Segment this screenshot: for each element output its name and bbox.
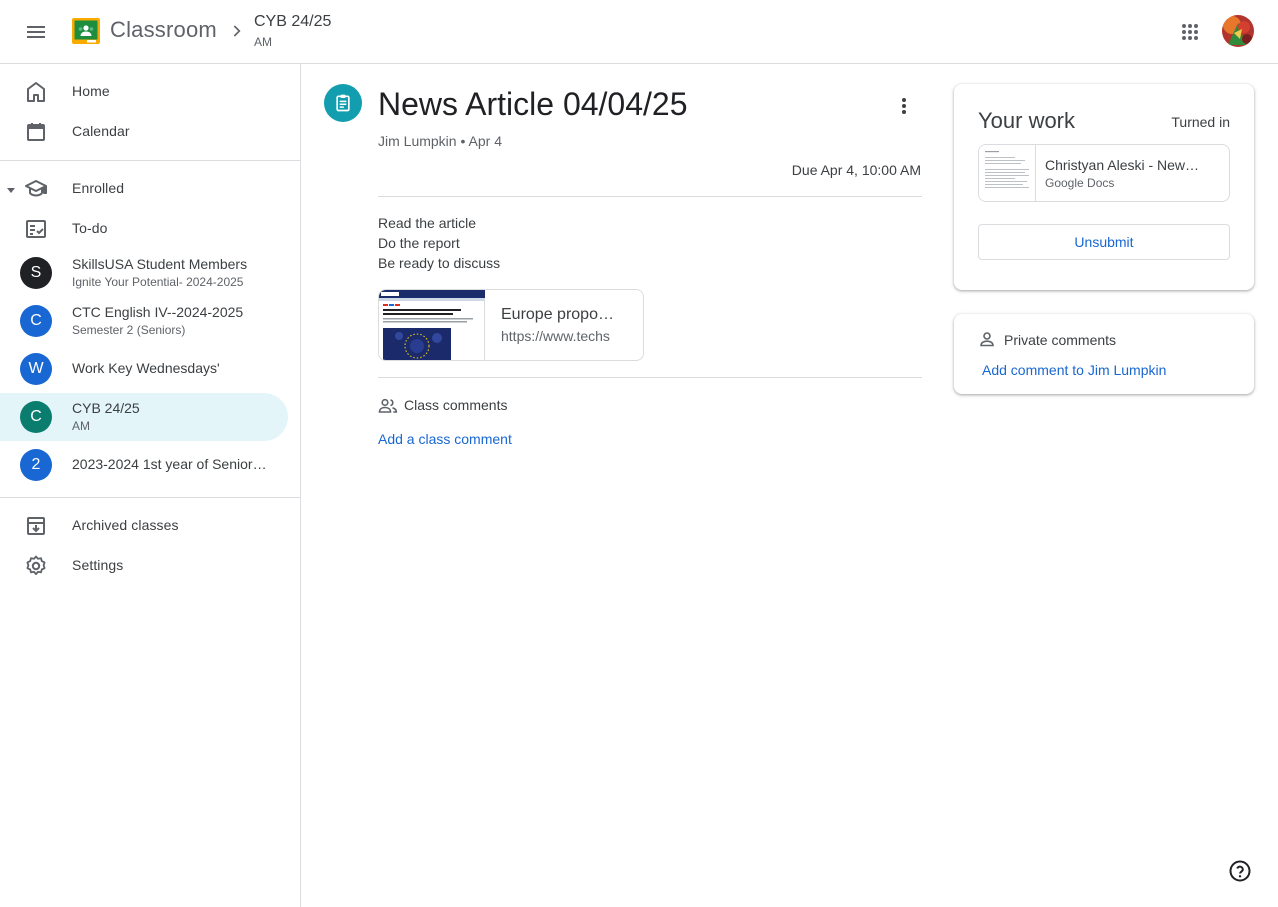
assignment-instructions: Read the article Do the report Be ready … <box>378 213 500 273</box>
instruction-line: Do the report <box>378 235 460 251</box>
sidebar-class-skillsusa[interactable]: S SkillsUSA Student Members Ignite Your … <box>0 249 288 297</box>
top-app-bar: Classroom CYB 24/25 AM <box>0 0 1278 64</box>
class-avatar: C <box>20 305 52 337</box>
todo-checklist-icon <box>26 220 46 238</box>
people-icon <box>378 398 398 413</box>
unsubmit-button[interactable]: Unsubmit <box>978 224 1230 260</box>
file-type: Google Docs <box>1045 176 1115 190</box>
attachment-thumbnail <box>379 290 485 360</box>
doc-preview-image <box>985 151 1029 188</box>
classroom-logo-icon[interactable] <box>72 18 100 44</box>
author-name: Jim Lumpkin <box>378 133 457 149</box>
help-button[interactable] <box>1226 857 1254 885</box>
sidebar-item-label: Settings <box>72 557 124 573</box>
hamburger-menu-icon <box>27 26 45 38</box>
main-menu-button[interactable] <box>16 12 56 52</box>
breadcrumb-class-title[interactable]: CYB 24/25 <box>254 13 331 31</box>
assignment-title: News Article 04/04/25 <box>378 86 688 122</box>
archive-icon <box>27 517 45 535</box>
due-date: Due Apr 4, 10:00 AM <box>791 162 921 178</box>
submission-status: Turned in <box>1171 114 1230 130</box>
navigation-drawer: Home Calendar Enrolled To-do S SkillsUSA… <box>0 64 301 907</box>
class-name: SkillsUSA Student Members <box>72 256 248 272</box>
class-avatar: S <box>20 257 52 289</box>
sidebar-divider <box>0 160 300 161</box>
assignment-icon <box>324 84 362 122</box>
your-work-card: Your work Turned in Christyan Aleski - N… <box>954 84 1254 290</box>
assignment-meta: Jim Lumpkin • Apr 4 <box>378 133 502 149</box>
class-section: Ignite Your Potential- 2024-2025 <box>72 275 244 289</box>
content-divider <box>378 196 922 197</box>
sidebar-item-archived[interactable]: Archived classes <box>0 506 288 546</box>
sidebar-item-label: Calendar <box>72 123 130 139</box>
help-icon <box>1229 860 1251 882</box>
class-section: Semester 2 (Seniors) <box>72 323 186 337</box>
private-comments-card: Private comments Add comment to Jim Lump… <box>954 314 1254 394</box>
class-comments-label: Class comments <box>404 397 508 413</box>
sidebar-item-calendar[interactable]: Calendar <box>0 112 288 152</box>
school-cap-icon <box>25 180 47 197</box>
attachment-url: https://www.techs <box>501 328 610 344</box>
sidebar-item-enrolled[interactable]: Enrolled <box>0 169 288 209</box>
person-icon <box>980 332 994 347</box>
sidebar-item-settings[interactable]: Settings <box>0 546 288 586</box>
account-avatar[interactable] <box>1222 15 1254 47</box>
home-icon <box>27 82 45 102</box>
link-attachment-card[interactable]: Europe propo… https://www.techs <box>378 289 644 361</box>
class-name: CYB 24/25 <box>72 400 140 416</box>
sidebar-class-cyb-active[interactable]: C CYB 24/25 AM <box>0 393 288 441</box>
post-date: Apr 4 <box>468 133 502 149</box>
avatar-image <box>1222 15 1254 47</box>
sidebar-item-label: To-do <box>72 220 108 236</box>
caret-down-icon <box>7 188 15 193</box>
more-options-button[interactable] <box>884 86 924 126</box>
submitted-file-card[interactable]: Christyan Aleski - New… Google Docs <box>978 144 1230 202</box>
sidebar-item-label: Archived classes <box>72 517 179 533</box>
instruction-line: Read the article <box>378 215 477 231</box>
webpage-preview-image <box>379 290 485 360</box>
sidebar-item-label: Home <box>72 83 110 99</box>
file-name: Christyan Aleski - New… <box>1045 157 1200 173</box>
file-thumbnail <box>979 145 1036 201</box>
chevron-right-icon <box>233 25 241 37</box>
content-divider <box>378 377 922 378</box>
more-vert-icon <box>902 98 906 114</box>
class-name: Work Key Wednesdays' <box>72 360 220 376</box>
calendar-icon <box>27 123 45 141</box>
private-comments-label: Private comments <box>1004 332 1117 348</box>
add-private-comment-link[interactable]: Add comment to Jim Lumpkin <box>982 362 1166 378</box>
your-work-title: Your work <box>978 108 1076 133</box>
class-section: AM <box>72 419 90 433</box>
meta-separator: • <box>460 133 469 149</box>
class-name: 2023-2024 1st year of Senior… <box>72 456 267 472</box>
breadcrumb-class-section: AM <box>254 35 272 49</box>
instruction-line: Be ready to discuss <box>378 255 501 271</box>
clipboard-icon <box>336 94 350 112</box>
google-apps-button[interactable] <box>1170 12 1210 52</box>
class-name: CTC English IV--2024-2025 <box>72 304 244 320</box>
apps-grid-icon <box>1182 24 1198 40</box>
class-avatar: W <box>20 353 52 385</box>
sidebar-item-label: Enrolled <box>72 180 125 196</box>
class-avatar: C <box>20 401 52 433</box>
sidebar-divider <box>0 497 300 498</box>
sidebar-class-work-key[interactable]: W Work Key Wednesdays' <box>0 345 288 393</box>
sidebar-class-2023-2024[interactable]: 2 2023-2024 1st year of Senior… <box>0 441 288 489</box>
sidebar-class-ctc-english[interactable]: C CTC English IV--2024-2025 Semester 2 (… <box>0 297 288 345</box>
app-name[interactable]: Classroom <box>110 17 217 43</box>
attachment-title: Europe propo… <box>501 306 614 323</box>
class-avatar: 2 <box>20 449 52 481</box>
sidebar-item-home[interactable]: Home <box>0 72 288 112</box>
add-class-comment-link[interactable]: Add a class comment <box>378 431 512 447</box>
gear-icon <box>26 555 46 575</box>
sidebar-item-todo[interactable]: To-do <box>0 209 288 249</box>
